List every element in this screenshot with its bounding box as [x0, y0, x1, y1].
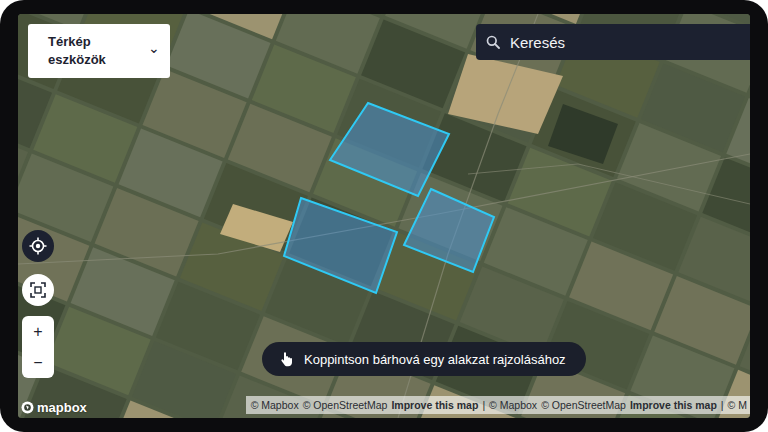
mapbox-logo-icon [21, 401, 34, 414]
map-tools-dropdown[interactable]: Térkép eszközök ⌄ [28, 24, 170, 78]
magnifier-icon [486, 35, 500, 49]
map-tools-label: Térkép eszközök [48, 33, 138, 69]
chevron-down-icon: ⌄ [148, 41, 160, 55]
attribution-item: © OpenStreetMap [541, 399, 626, 411]
attribution-item: © Mapbox [489, 399, 537, 411]
attribution-item: © OpenStreetMap [303, 399, 388, 411]
device-frame: Térkép eszközök ⌄ Keresés +− Koppintson bárh… [0, 0, 768, 432]
map-controls: +− [22, 230, 54, 378]
crosshair-icon [29, 237, 47, 255]
map[interactable]: Térkép eszközök ⌄ Keresés +− Koppintson bárh… [18, 14, 750, 418]
field-polygon[interactable] [284, 198, 397, 293]
mapbox-logo-text: mapbox [37, 400, 87, 415]
attribution-item: | [721, 399, 724, 411]
zoom-control: +− [22, 316, 54, 378]
fit-bounds-button[interactable] [22, 274, 54, 306]
screen: Térkép eszközök ⌄ Keresés +− Koppintson bárh… [0, 0, 768, 432]
attribution-bar: © Mapbox© OpenStreetMapImprove this map|… [246, 396, 750, 414]
attribution-item: © Mapbox [251, 399, 299, 411]
frame-icon [30, 282, 46, 298]
zoom-out-button[interactable]: − [22, 347, 54, 378]
attribution-item[interactable]: Improve this map [630, 399, 717, 411]
mapbox-logo: mapbox [21, 400, 87, 415]
attribution-item[interactable]: Improve this map [391, 399, 478, 411]
draw-hint-toast: Koppintson bárhová egy alakzat rajzolásá… [262, 342, 586, 376]
attribution-item: | [482, 399, 485, 411]
zoom-in-button[interactable]: + [22, 316, 54, 347]
pointer-hand-icon [280, 351, 294, 367]
locate-button[interactable] [22, 230, 54, 262]
draw-hint-text: Koppintson bárhová egy alakzat rajzolásá… [304, 352, 566, 367]
attribution-item: © M [728, 399, 747, 411]
field-polygon[interactable] [404, 189, 494, 272]
field-polygon[interactable] [330, 103, 449, 196]
search-field[interactable]: Keresés [476, 24, 750, 60]
search-placeholder: Keresés [510, 34, 565, 51]
